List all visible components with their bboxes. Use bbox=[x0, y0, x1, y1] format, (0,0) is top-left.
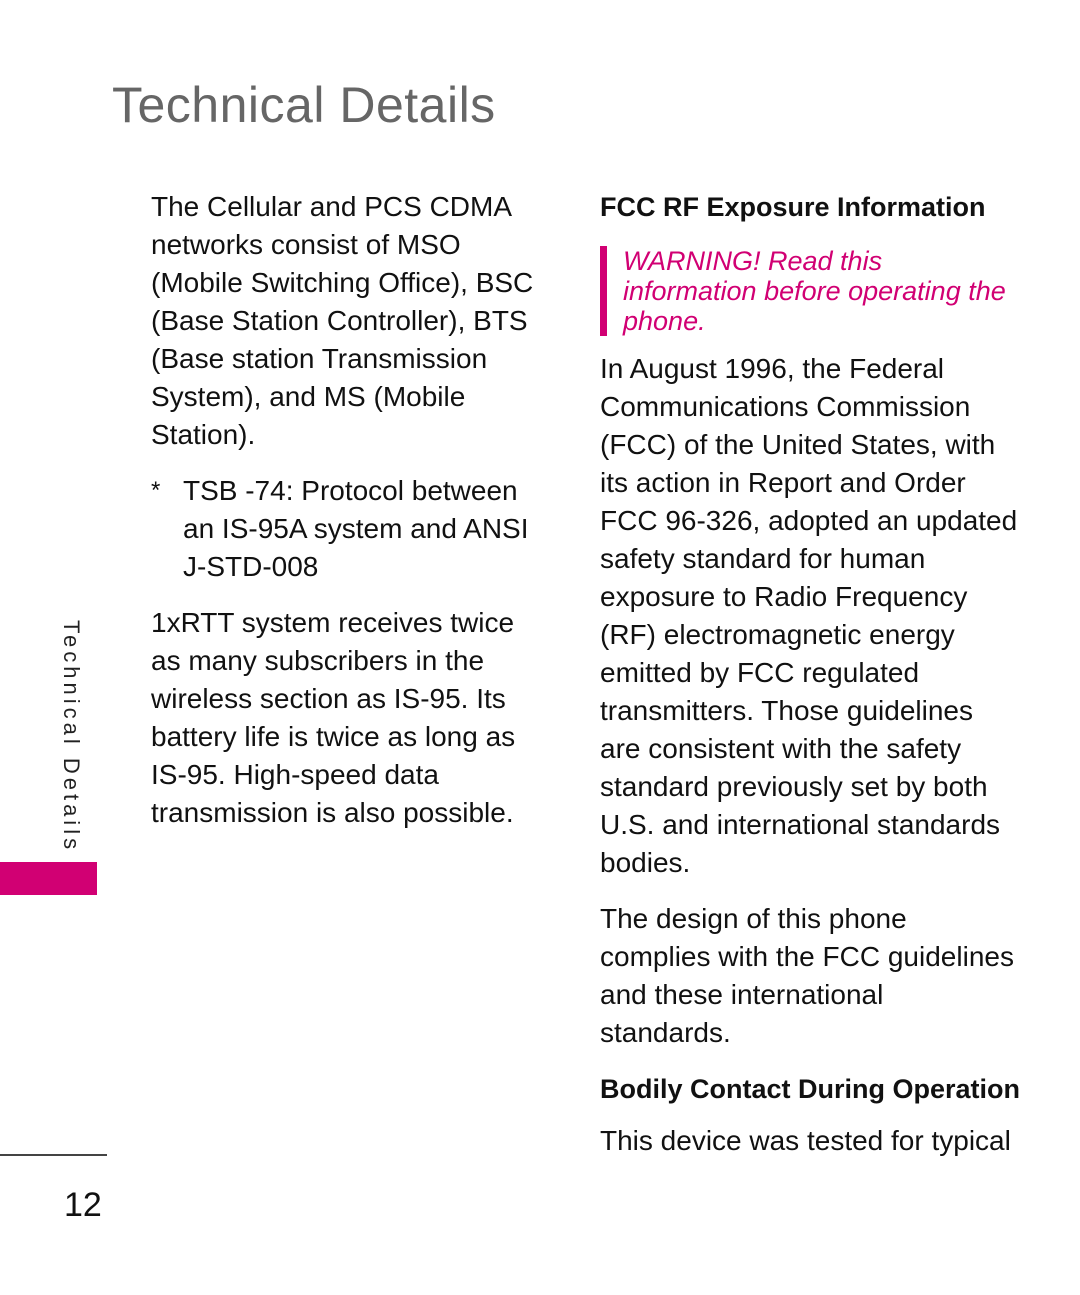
footnote-marker: * bbox=[151, 477, 161, 504]
warning-callout: WARNING! Read this information before op… bbox=[600, 246, 1020, 336]
right-column: FCC RF Exposure Information WARNING! Rea… bbox=[600, 188, 1020, 1160]
design-compliance-paragraph: The design of this phone complies with t… bbox=[600, 903, 1014, 1048]
tested-paragraph: This device was tested for typical bbox=[600, 1125, 1011, 1156]
fcc-rf-heading: FCC RF Exposure Information bbox=[600, 192, 986, 222]
page-number: 12 bbox=[64, 1186, 102, 1224]
1xrtt-paragraph: 1xRTT system receives twice as many subs… bbox=[151, 607, 516, 828]
footnote-text: TSB -74: Protocol between an IS-95A syst… bbox=[183, 475, 529, 582]
footnote: * TSB -74: Protocol between an IS-95A sy… bbox=[151, 472, 551, 586]
cdma-networks-paragraph: The Cellular and PCS CDMA networks consi… bbox=[151, 191, 534, 450]
side-section-tab: Technical Details bbox=[59, 620, 84, 854]
page-title: Technical Details bbox=[112, 77, 496, 133]
footer-rule bbox=[0, 1154, 107, 1156]
left-column: The Cellular and PCS CDMA networks consi… bbox=[151, 188, 551, 850]
section-marker bbox=[0, 862, 97, 895]
bodily-contact-heading: Bodily Contact During Operation bbox=[600, 1074, 1021, 1104]
fcc-history-paragraph: In August 1996, the Federal Communicatio… bbox=[600, 353, 1018, 878]
